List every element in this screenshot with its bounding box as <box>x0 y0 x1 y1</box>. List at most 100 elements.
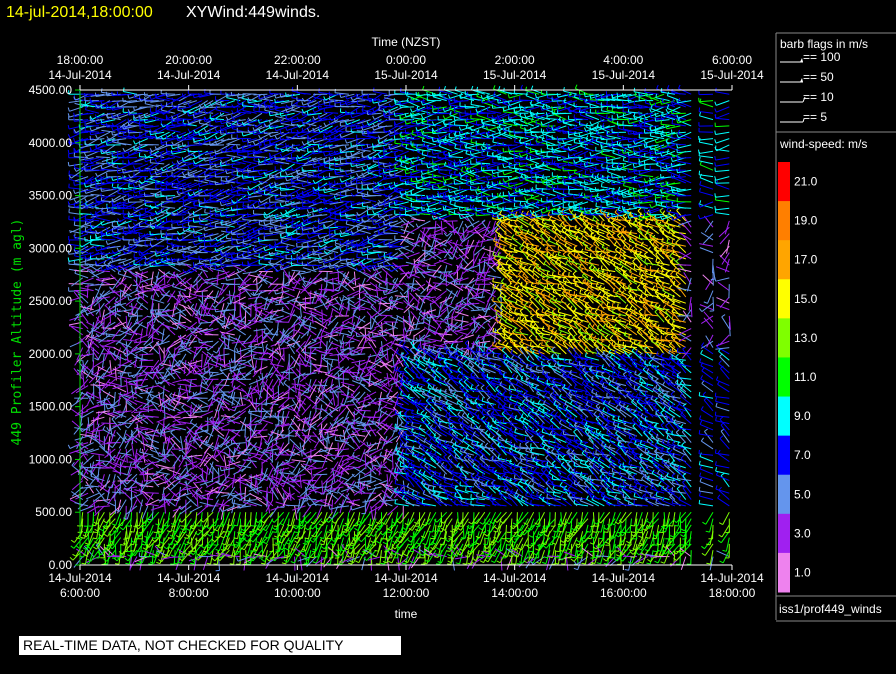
wind-profiler-chart: 14-jul-2014,18:00:00 XYWind:449winds. Ti… <box>6 4 896 622</box>
wind-barb <box>107 239 121 245</box>
wind-barb-feather <box>127 213 130 218</box>
wind-barb-feather <box>100 139 103 144</box>
wind-barb-feather <box>189 418 193 423</box>
wind-barb-feather <box>105 240 108 245</box>
wind-barb-feather <box>93 546 97 550</box>
wind-barb-feather <box>105 150 108 155</box>
wind-barb-feather <box>192 161 195 166</box>
wind-barb <box>171 175 186 178</box>
wind-barb-feather <box>295 213 298 218</box>
wind-barb <box>161 206 176 209</box>
wind-barb-feather <box>102 519 107 524</box>
wind-barb-feather <box>113 557 118 562</box>
wind-barb <box>248 387 263 393</box>
wind-barb <box>281 290 295 298</box>
wind-barb <box>302 497 317 501</box>
wind-barb-feather <box>231 259 233 264</box>
wind-barb-feather <box>176 163 179 169</box>
wind-barb-feather <box>225 123 229 127</box>
wind-barb-feather <box>139 448 142 453</box>
wind-barb-feather <box>252 130 255 135</box>
wind-barb-feather <box>301 101 304 106</box>
wind-barb <box>123 216 138 222</box>
wind-barb-feather <box>269 227 271 232</box>
wind-barb-feather <box>132 238 135 243</box>
wind-barb <box>269 363 284 368</box>
wind-barb-feather <box>176 105 179 110</box>
wind-barb-feather <box>86 329 91 334</box>
wind-barb-feather <box>112 232 115 237</box>
wind-barb-feather <box>203 127 207 133</box>
wind-barb <box>291 459 306 463</box>
wind-barb-feather <box>172 530 177 533</box>
wind-barb-feather <box>122 227 125 232</box>
wind-barb-feather <box>307 158 309 163</box>
wind-barb-feather <box>191 550 196 552</box>
wind-barb-feather <box>192 241 196 246</box>
wind-barb-feather <box>279 265 282 270</box>
wind-barb-feather <box>203 137 206 143</box>
wind-barb <box>151 201 165 209</box>
wind-barb-feather <box>236 268 240 273</box>
wind-barb <box>129 157 143 165</box>
wind-barb-feather <box>220 212 222 217</box>
wind-barb-feather <box>73 163 76 168</box>
wind-barb <box>177 482 192 488</box>
wind-barb <box>194 226 208 233</box>
wind-barb <box>193 290 208 293</box>
wind-barb <box>177 383 192 387</box>
wind-barb <box>145 322 149 337</box>
wind-barb <box>218 388 230 399</box>
wind-barb-feather <box>219 189 222 194</box>
wind-barb <box>80 277 94 284</box>
wind-barb-feather <box>319 537 324 539</box>
wind-barb-feather <box>241 214 244 219</box>
wind-barb <box>280 397 295 399</box>
wind-barb <box>218 467 220 482</box>
wind-barb-feather <box>100 193 102 198</box>
wind-barb-feather <box>211 557 216 562</box>
wind-barb <box>259 418 274 425</box>
wind-barb-feather <box>154 380 157 385</box>
wind-barb <box>311 271 323 282</box>
wind-barb-feather <box>306 209 310 214</box>
wind-barb <box>119 290 122 305</box>
wind-barb-feather <box>127 193 130 198</box>
wind-barb-feather <box>165 92 168 97</box>
wind-barb-feather <box>94 234 98 239</box>
wind-barb-feather <box>284 459 290 463</box>
wind-barb-feather <box>247 212 249 217</box>
wind-barb <box>172 378 187 384</box>
wind-barb <box>188 144 203 146</box>
wind-barb-feather <box>250 525 255 527</box>
wind-barb <box>270 505 284 511</box>
wind-barb <box>130 512 133 527</box>
wind-barb-feather <box>227 556 232 558</box>
wind-barb-feather <box>226 530 231 533</box>
wind-barb-feather <box>154 159 158 164</box>
wind-barb-feather <box>90 183 92 188</box>
wind-barb-feather <box>146 519 150 524</box>
wind-barb <box>201 290 204 305</box>
wind-barb-feather <box>67 149 70 154</box>
wind-barb <box>227 226 241 234</box>
wind-barb-feather <box>268 105 271 110</box>
wind-barb-feather <box>92 537 97 540</box>
wind-barb <box>120 372 122 387</box>
wind-barb <box>120 473 132 484</box>
wind-barb <box>139 451 154 456</box>
wind-barb-feather <box>237 92 240 98</box>
wind-barb-feather <box>125 562 130 565</box>
wind-barb <box>182 416 197 419</box>
wind-barb <box>150 115 165 121</box>
wind-barb-feather <box>154 310 157 315</box>
wind-barb-feather <box>271 527 276 531</box>
wind-barb <box>301 404 312 416</box>
wind-barb-feather <box>295 169 298 174</box>
wind-barb-feather <box>252 127 255 132</box>
wind-barb-feather <box>112 207 114 212</box>
wind-barb-feather <box>285 197 288 202</box>
wind-barb <box>95 264 110 267</box>
wind-barb <box>201 353 203 368</box>
wind-barb-feather <box>253 354 255 359</box>
